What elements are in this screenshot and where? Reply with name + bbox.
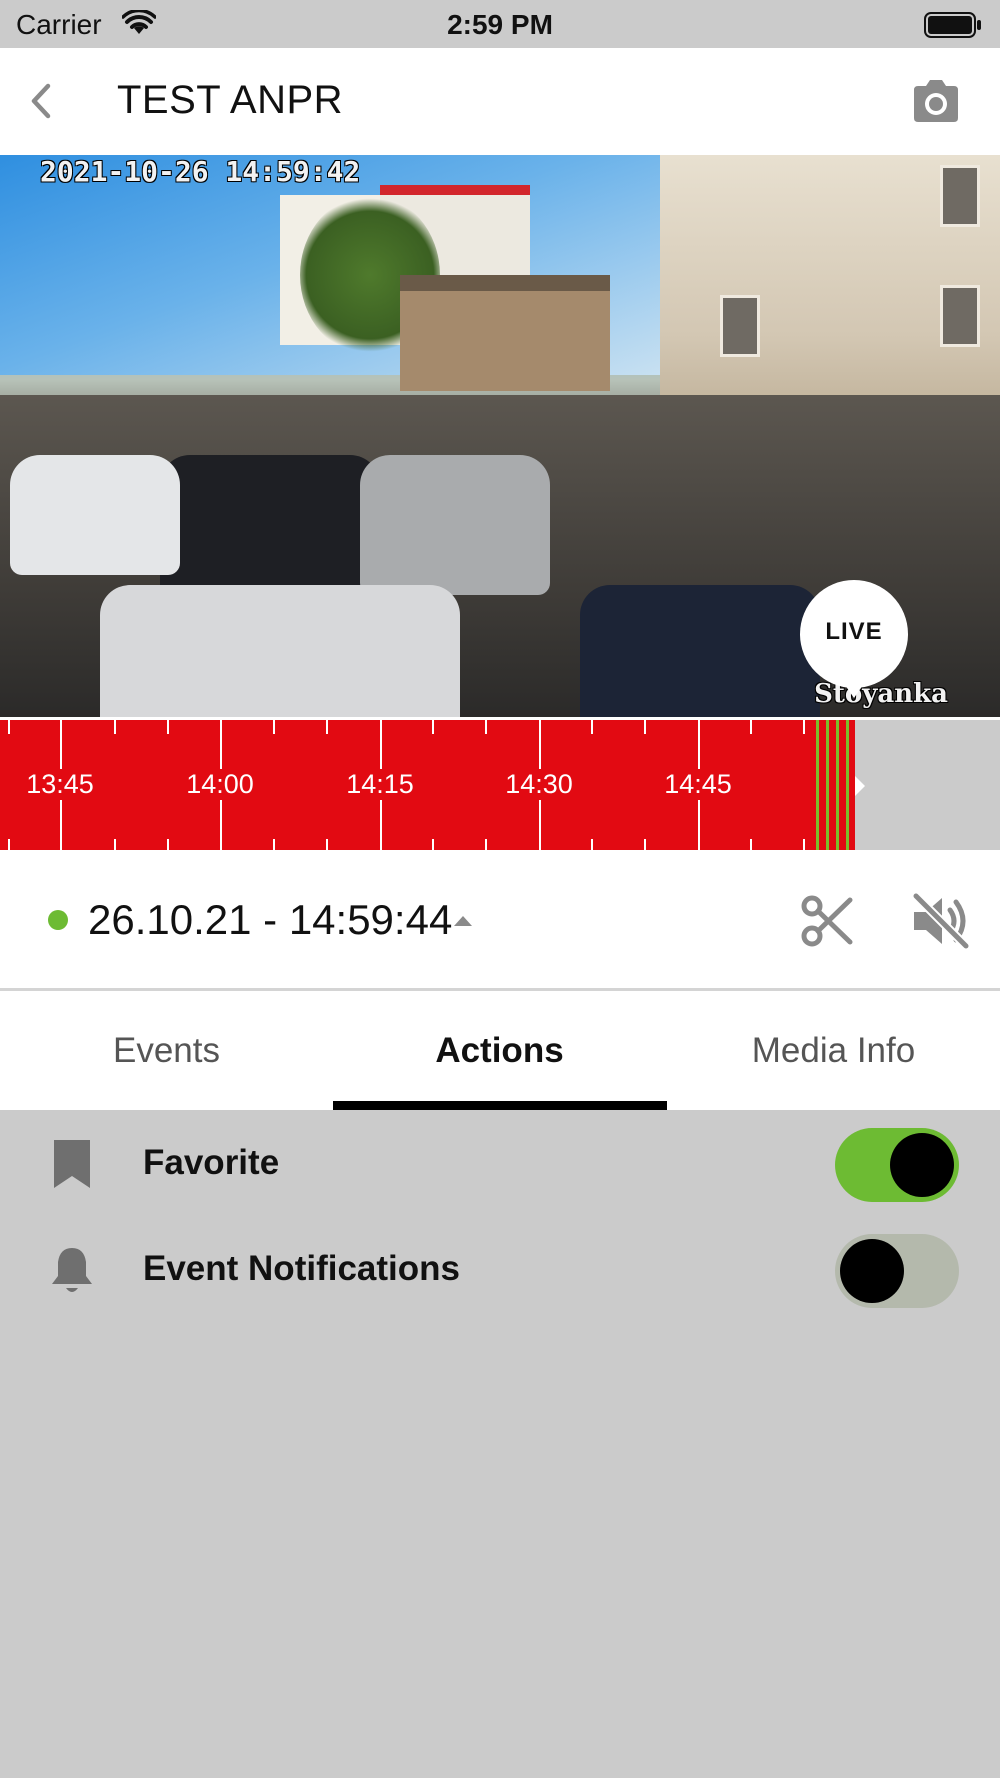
toggle-knob xyxy=(840,1239,904,1303)
timeline-tick xyxy=(644,720,646,734)
event-notifications-toggle[interactable] xyxy=(835,1234,959,1308)
recording-status-indicator xyxy=(48,910,68,930)
video-house xyxy=(400,275,610,391)
playback-controls: 26.10.21 - 14:59:44 xyxy=(0,850,1000,991)
timeline-event-marker xyxy=(836,720,839,853)
camera-icon xyxy=(914,80,958,122)
tab-media-info[interactable]: Media Info xyxy=(667,991,1000,1101)
live-button[interactable]: LIVE xyxy=(800,580,908,698)
tab-bar: Events Actions Media Info xyxy=(0,991,1000,1110)
favorite-toggle[interactable] xyxy=(835,1128,959,1202)
timeline-tick xyxy=(167,720,169,734)
timeline-tick xyxy=(485,720,487,734)
timeline-event-marker xyxy=(816,720,819,853)
timeline-playhead[interactable] xyxy=(855,776,865,796)
timeline-label: 13:45 xyxy=(20,769,100,800)
chevron-left-icon xyxy=(31,83,51,119)
timeline-tick xyxy=(750,720,752,734)
video-car xyxy=(360,455,550,595)
video-feed[interactable]: 2021-10-26 14:59:42 Stoyanka LIVE xyxy=(0,155,1000,717)
status-time: 2:59 PM xyxy=(447,9,553,40)
video-timestamp: 2021-10-26 14:59:42 xyxy=(40,155,361,188)
video-car xyxy=(160,455,380,605)
battery-icon xyxy=(924,12,981,38)
status-bar: Carrier 2:59 PM xyxy=(0,0,1000,48)
timeline[interactable]: 13:45 14:00 14:15 14:30 14:45 xyxy=(0,717,1000,853)
back-button[interactable] xyxy=(22,78,62,124)
timeline-tick xyxy=(432,720,434,734)
video-window xyxy=(720,295,760,357)
mute-button[interactable] xyxy=(910,891,971,951)
tab-active-indicator xyxy=(333,1101,667,1110)
timeline-tick xyxy=(8,720,10,734)
clip-button[interactable] xyxy=(800,894,854,948)
timeline-tick xyxy=(273,720,275,734)
tab-events[interactable]: Events xyxy=(0,991,333,1101)
nav-bar: TEST ANPR xyxy=(0,48,1000,155)
tab-actions[interactable]: Actions xyxy=(333,991,666,1101)
toggle-knob xyxy=(890,1133,954,1197)
snapshot-button[interactable] xyxy=(910,78,962,124)
bookmark-icon xyxy=(50,1138,94,1190)
live-label: LIVE xyxy=(825,618,883,645)
caret-up-icon[interactable] xyxy=(454,916,472,926)
favorite-label: Favorite xyxy=(143,1143,280,1182)
timeline-event-marker xyxy=(846,720,849,853)
bell-icon xyxy=(50,1244,94,1296)
video-window xyxy=(940,165,980,227)
timeline-label: 14:45 xyxy=(658,769,738,800)
video-window xyxy=(940,285,980,347)
timeline-event-marker xyxy=(826,720,829,853)
timeline-tick xyxy=(591,720,593,734)
video-car xyxy=(10,455,180,575)
timeline-label: 14:30 xyxy=(499,769,579,800)
page-title: TEST ANPR xyxy=(117,78,344,122)
action-row-favorite: Favorite xyxy=(0,1110,1000,1216)
video-car xyxy=(100,585,460,717)
scissors-icon xyxy=(801,895,853,947)
action-row-notifications: Event Notifications xyxy=(0,1216,1000,1322)
event-notifications-label: Event Notifications xyxy=(143,1249,460,1288)
timeline-label: 14:15 xyxy=(340,769,420,800)
datetime-picker[interactable]: 26.10.21 - 14:59:44 xyxy=(88,896,452,944)
video-car xyxy=(580,585,820,717)
volume-mute-icon xyxy=(911,891,971,951)
timeline-tick xyxy=(803,720,805,734)
timeline-tick xyxy=(114,720,116,734)
timeline-tick xyxy=(326,720,328,734)
timeline-label: 14:00 xyxy=(180,769,260,800)
